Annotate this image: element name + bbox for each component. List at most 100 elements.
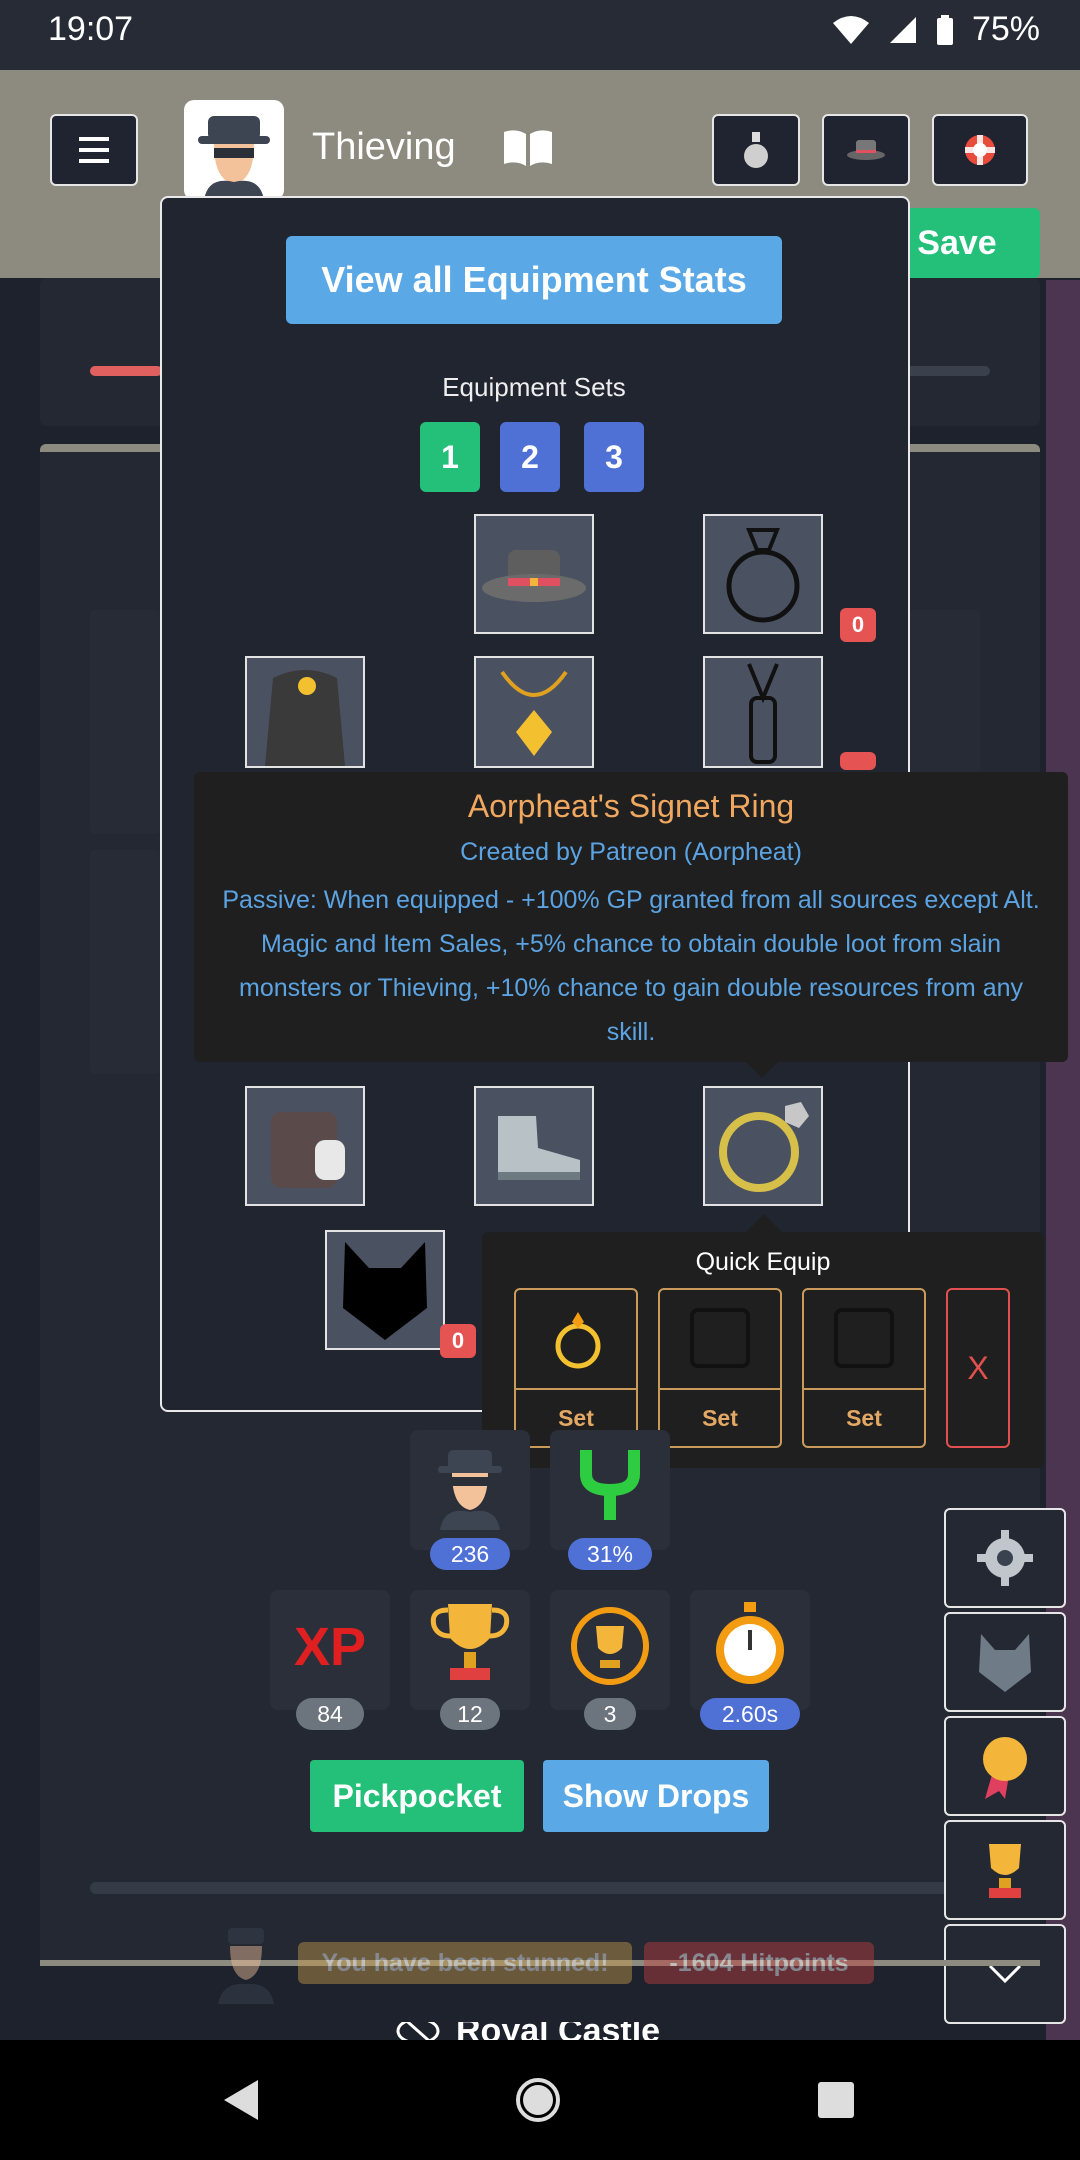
tooltip-arrow [744, 1060, 780, 1078]
skill-title: Thieving [312, 126, 456, 168]
completion-button[interactable] [944, 1820, 1066, 1920]
equipment-set-2-button[interactable]: 2 [500, 422, 560, 492]
boots-slot[interactable] [474, 1086, 594, 1206]
tooltip-passive: Passive: When equipped - +100% GP grante… [222, 886, 1040, 1046]
equipment-set-3-button[interactable]: 3 [584, 422, 644, 492]
mastery-value: 12 [440, 1698, 500, 1730]
gloves-icon [271, 1112, 345, 1188]
wifi-icon [832, 15, 869, 44]
empty-slot-icon [834, 1308, 894, 1368]
summon-slot[interactable] [325, 1230, 445, 1350]
slingshot-icon [580, 1450, 640, 1520]
equipment-button[interactable] [822, 114, 910, 186]
amulet-slot[interactable] [474, 656, 594, 768]
pouch-slot[interactable] [703, 514, 823, 634]
battery-level: 75% [971, 10, 1040, 48]
quick-equip-close-button[interactable]: X [946, 1288, 1010, 1448]
hat-icon [847, 140, 885, 160]
ring-slot[interactable] [703, 1086, 823, 1206]
trophy-icon [989, 1844, 1021, 1898]
show-drops-button[interactable]: Show Drops [543, 1760, 769, 1832]
wolf-icon [979, 1634, 1031, 1692]
quick-equip-slot-3[interactable]: Set [802, 1288, 926, 1448]
pets-button[interactable] [944, 1612, 1066, 1712]
home-icon[interactable] [514, 2076, 562, 2124]
mastery-pool-icon [571, 1607, 649, 1685]
achievements-button[interactable] [944, 1716, 1066, 1816]
collapse-button[interactable] [944, 1924, 1066, 2024]
tooltip-creator: Created by Patreon (Aorpheat) [460, 838, 802, 866]
status-icons: 75% [832, 10, 1040, 49]
xp-icon: XP [293, 1617, 367, 1677]
recents-icon[interactable] [816, 2080, 856, 2120]
quick-equip-set-button-3[interactable]: Set [804, 1388, 924, 1446]
amulet-icon [500, 670, 568, 756]
settings-button[interactable] [944, 1508, 1066, 1608]
gloves-slot[interactable] [245, 1086, 365, 1206]
pickpocket-progress-bar [90, 1882, 950, 1894]
boots-icon [498, 1116, 580, 1180]
tooltip-title: Aorpheat's Signet Ring [467, 788, 795, 824]
thief-icon [438, 1450, 502, 1530]
npc-row [90, 850, 160, 1074]
mastery-tile [410, 1590, 530, 1710]
interval-tile [690, 1590, 810, 1710]
pouch-icon [726, 528, 800, 623]
quick-equip-arrow [746, 1214, 782, 1232]
xp-tile: XP [270, 1590, 390, 1710]
equipment-sets-label: Equipment Sets [442, 372, 626, 402]
menu-button[interactable] [50, 114, 138, 186]
success-rate-value: 31% [568, 1538, 652, 1570]
empty-slot-icon [690, 1308, 750, 1368]
clock: 19:07 [48, 10, 134, 48]
trophy-icon [430, 1604, 510, 1680]
quiver-icon [747, 663, 779, 764]
gear-icon [977, 1530, 1033, 1586]
equipment-set-1-button[interactable]: 1 [420, 422, 480, 492]
battery-icon [936, 14, 953, 45]
potion-button[interactable] [712, 114, 800, 186]
xp-value: 84 [296, 1698, 364, 1730]
medal-icon [983, 1737, 1027, 1799]
fedora-icon [482, 550, 586, 602]
signal-icon [889, 16, 916, 43]
quick-equip-slot-1[interactable]: Set [514, 1288, 638, 1448]
combat-button[interactable] [932, 114, 1028, 186]
chevron-down-icon [988, 1964, 1022, 1984]
wolf-icon [343, 1242, 427, 1340]
stunned-notice: You have been stunned! [298, 1942, 632, 1984]
cape-slot[interactable] [245, 656, 365, 768]
thief-icon [218, 1928, 274, 2004]
pickpocket-button[interactable]: Pickpocket [310, 1760, 524, 1832]
npc-row [90, 610, 160, 834]
navigation-bar [0, 2040, 1080, 2160]
status-bar: 19:07 75% [0, 0, 1080, 70]
stopwatch-icon [716, 1602, 784, 1684]
quick-equip-slot-2[interactable]: Set [658, 1288, 782, 1448]
view-equipment-stats-button[interactable]: View all Equipment Stats [286, 236, 782, 324]
hamburger-icon [79, 137, 109, 163]
pouch-count-badge: 0 [840, 608, 876, 642]
back-icon[interactable] [220, 2078, 260, 2122]
stealth-tile [410, 1430, 530, 1550]
damage-notice: -1604 Hitpoints [644, 1942, 874, 1984]
thief-avatar [184, 100, 284, 200]
eye-slash-icon [396, 2022, 440, 2040]
lifebuoy-icon [965, 135, 995, 165]
quiver-slot[interactable] [703, 656, 823, 768]
quick-equip-title: Quick Equip [695, 1248, 831, 1276]
mastery-pool-tile [550, 1590, 670, 1710]
interval-value: 2.60s [700, 1698, 800, 1730]
location-name: Royal Castle [456, 2022, 660, 2040]
quiver-count-badge [840, 752, 876, 770]
ring-icon [555, 1312, 601, 1369]
book-icon[interactable] [502, 128, 554, 168]
location-label: Royal Castle [396, 2022, 660, 2040]
quick-equip-set-button-2[interactable]: Set [660, 1388, 780, 1446]
ring-icon [719, 1102, 809, 1192]
helmet-slot[interactable] [474, 514, 594, 634]
thief-icon [198, 116, 270, 200]
success-tile [550, 1430, 670, 1550]
mastery-pool-value: 3 [584, 1698, 636, 1730]
item-tooltip: Aorpheat's Signet Ring Created by Patreo… [194, 772, 1068, 1062]
